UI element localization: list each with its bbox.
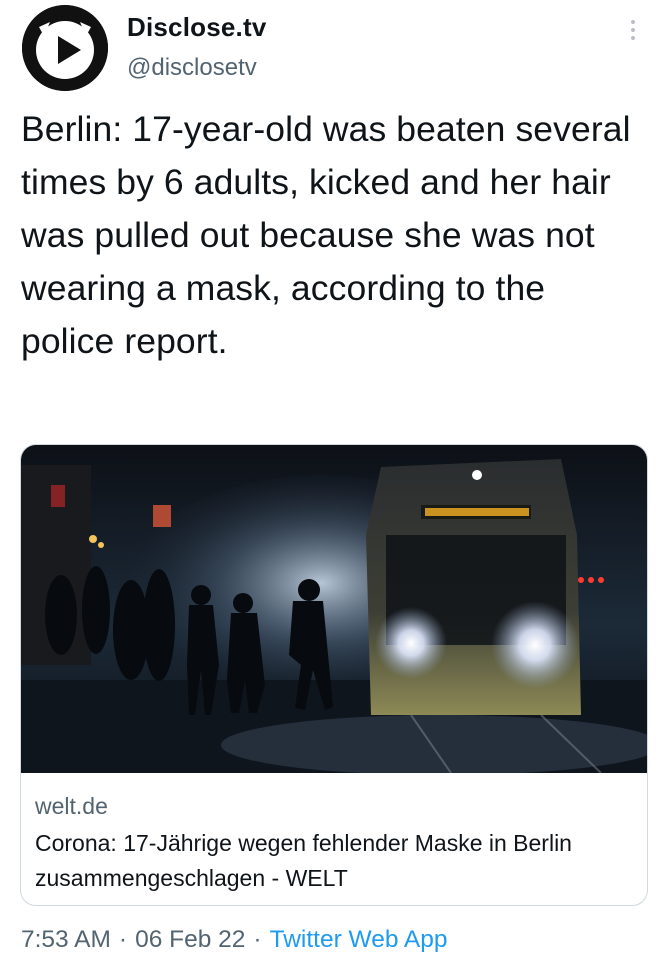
author-handle[interactable]: @disclosetv	[127, 54, 257, 82]
tweet-date[interactable]: 06 Feb 22	[135, 926, 245, 953]
play-cat-logo-icon	[22, 5, 108, 91]
tweet-metadata: 7:53 AM · 06 Feb 22 · Twitter Web App	[21, 926, 448, 954]
link-card-title: Corona: 17-Jährige wegen fehlender Maske…	[35, 830, 572, 891]
link-card-domain: welt.de	[35, 793, 108, 819]
more-vertical-icon[interactable]	[624, 16, 642, 46]
tweet-source-link[interactable]: Twitter Web App	[270, 926, 448, 953]
meta-separator: ·	[118, 926, 128, 953]
author-avatar[interactable]	[22, 5, 108, 91]
author-display-name[interactable]: Disclose.tv	[127, 12, 267, 43]
link-preview-image[interactable]	[21, 445, 647, 773]
link-preview-card[interactable]: welt.de Corona: 17-Jährige wegen fehlend…	[20, 444, 648, 906]
tweet-text: Berlin: 17-year-old was beaten several t…	[21, 109, 631, 361]
meta-separator: ·	[253, 926, 262, 953]
tweet-time[interactable]: 7:53 AM	[21, 926, 111, 953]
